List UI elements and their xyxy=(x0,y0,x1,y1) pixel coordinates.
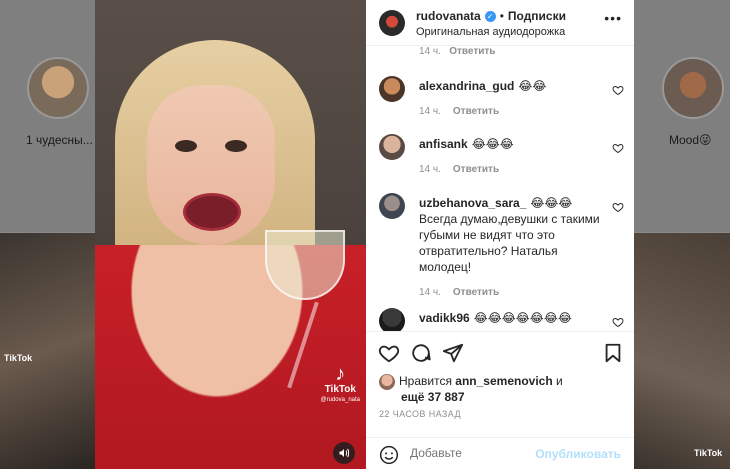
verified-icon: ✓ xyxy=(484,10,496,22)
commenter-username[interactable]: anfisank xyxy=(419,137,468,151)
story-label-left: 1 чудесны... xyxy=(26,133,93,147)
tiktok-icon: ♪ xyxy=(335,363,346,385)
likes-summary[interactable]: Нравится ann_semenovich и ещё 37 887 xyxy=(379,374,624,405)
emoji-icon[interactable] xyxy=(379,445,399,465)
comment-text: 😂😂😂 xyxy=(471,137,514,151)
author-avatar[interactable] xyxy=(379,10,405,36)
comment-body: anfisank 😂😂😂 14 ч. Ответить xyxy=(419,136,604,178)
likes-count[interactable]: ещё 37 887 xyxy=(379,390,624,405)
post-video[interactable]: ♪ TikTok @rudova_nata xyxy=(95,0,366,469)
separator: • xyxy=(499,9,504,23)
audio-label[interactable]: Оригинальная аудиодорожка xyxy=(416,26,565,38)
reply-button[interactable]: Ответить xyxy=(453,164,499,175)
like-comment-heart-icon[interactable] xyxy=(612,201,624,213)
reply-button[interactable]: Ответить xyxy=(449,46,495,57)
comment-time: 14 ч. xyxy=(419,46,441,57)
comment-meta: 14 ч. Ответить xyxy=(419,46,495,57)
liker-avatar xyxy=(379,374,395,390)
commenter-username[interactable]: vadikk96 xyxy=(419,311,470,325)
comment-text: 😂😂😂😂😂😂😂 xyxy=(473,311,572,325)
publish-button[interactable]: Опубликовать xyxy=(535,447,621,461)
reply-button[interactable]: Ответить xyxy=(453,106,499,117)
commenter-username[interactable]: alexandrina_gud xyxy=(419,79,514,93)
more-options-icon[interactable]: ••• xyxy=(604,10,622,26)
video-frame-eye xyxy=(175,140,197,152)
comment-body: uzbehanova_sara_ 😂😂😂 Всегда думаю,девушки… xyxy=(419,195,604,301)
liker-username[interactable]: ann_semenovich xyxy=(455,374,552,388)
comment-time: 14 ч. xyxy=(419,106,441,117)
video-frame-lips xyxy=(183,193,241,231)
commenter-username[interactable]: uzbehanova_sara_ xyxy=(419,196,526,210)
share-paper-plane-icon[interactable] xyxy=(442,342,464,364)
comment-bubble-icon[interactable] xyxy=(410,342,432,364)
video-frame-eye xyxy=(225,140,247,152)
comment-time: 14 ч. xyxy=(419,287,441,298)
author-line: rudovanata ✓ • Подписки xyxy=(416,9,566,23)
post-panel: rudovanata ✓ • Подписки Оригинальная ауд… xyxy=(366,0,634,469)
story-avatar-right[interactable] xyxy=(662,57,724,119)
like-comment-heart-icon[interactable] xyxy=(612,84,624,96)
story-label-right: Mood😜 xyxy=(669,133,712,147)
like-heart-icon[interactable] xyxy=(378,342,400,364)
commenter-avatar[interactable] xyxy=(379,193,405,219)
post-timestamp[interactable]: 22 ЧАСОВ НАЗАД xyxy=(379,409,461,419)
story-avatar-left[interactable] xyxy=(27,57,89,119)
tiktok-watermark: TikTok xyxy=(4,353,33,363)
comment-time: 14 ч. xyxy=(419,164,441,175)
like-comment-heart-icon[interactable] xyxy=(612,142,624,154)
commenter-avatar[interactable] xyxy=(379,134,405,160)
post-thumbnail-left[interactable]: TikTok xyxy=(0,233,95,469)
author-username[interactable]: rudovanata xyxy=(416,9,481,23)
following-button[interactable]: Подписки xyxy=(508,9,566,23)
save-bookmark-icon[interactable] xyxy=(602,342,624,364)
comment-body: vadikk96 😂😂😂😂😂😂😂 xyxy=(419,310,604,326)
commenter-avatar[interactable] xyxy=(379,308,405,331)
comment-meta: 14 ч. Ответить xyxy=(419,285,604,301)
post-header: rudovanata ✓ • Подписки Оригинальная ауд… xyxy=(366,0,634,46)
post-actions xyxy=(366,331,634,373)
comments-list[interactable]: 14 ч. Ответить alexandrina_gud 😂😂 14 ч. От… xyxy=(366,46,634,331)
sound-toggle-button[interactable] xyxy=(333,442,355,464)
comment-text: 😂😂 xyxy=(518,79,547,93)
like-comment-heart-icon[interactable] xyxy=(612,316,624,328)
add-comment-bar: Опубликовать xyxy=(366,437,634,469)
post-thumbnail-right[interactable]: TikTok xyxy=(634,233,730,469)
comment-body: alexandrina_gud 😂😂 14 ч. Ответить xyxy=(419,78,604,120)
comment-meta: 14 ч. Ответить xyxy=(419,104,604,120)
tiktok-watermark: ♪ TikTok @rudova_nata xyxy=(320,363,360,403)
speaker-icon xyxy=(339,448,350,458)
reply-button[interactable]: Ответить xyxy=(453,287,499,298)
comment-meta: 14 ч. Ответить xyxy=(419,162,604,178)
tiktok-watermark: TikTok xyxy=(694,448,723,458)
comment-input[interactable] xyxy=(410,446,540,460)
commenter-avatar[interactable] xyxy=(379,76,405,102)
